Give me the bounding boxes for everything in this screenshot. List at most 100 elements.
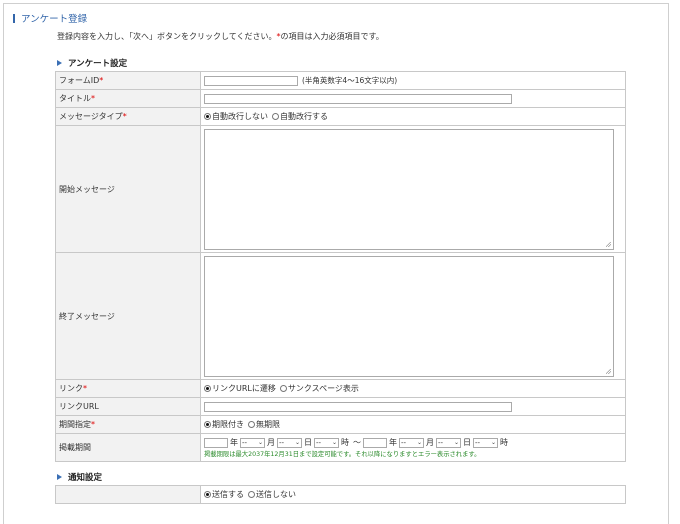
end-day-unit: 日: [463, 438, 471, 447]
row-form-id: フォームID* (半角英数字4～16文字以内): [55, 71, 626, 90]
form-id-label-text: フォームID: [59, 76, 100, 85]
period-type-required-mark: *: [91, 420, 95, 429]
section-heading-notify-text: 通知設定: [68, 473, 103, 483]
radio-selected-icon[interactable]: [204, 113, 211, 120]
form-id-required-mark: *: [99, 76, 104, 85]
publish-period-label-text: 掲載期間: [59, 443, 91, 452]
start-day-value: --: [279, 438, 285, 447]
end-month-select[interactable]: -- ⌄: [399, 437, 424, 448]
chevron-down-icon: ⌄: [453, 439, 459, 446]
chevron-down-icon: ⌄: [490, 439, 496, 446]
start-day-select[interactable]: -- ⌄: [277, 437, 302, 448]
start-hour-select[interactable]: -- ⌄: [314, 437, 339, 448]
end-day-value: --: [438, 438, 444, 447]
resize-grip-icon[interactable]: [606, 241, 611, 247]
intro-text-after: の項目は入力必須項目です。: [280, 32, 384, 41]
row-link: リンク* リンクURLに遷移 サンクスページ表示: [55, 379, 626, 398]
triangle-bullet-icon: [57, 60, 62, 66]
row-period-type: 期間指定* 期限付き 無期限: [55, 415, 626, 434]
chevron-down-icon: ⌄: [257, 439, 263, 446]
end-message-textarea[interactable]: [204, 255, 614, 377]
start-hour-unit: 時: [341, 438, 349, 447]
range-separator: ～: [353, 438, 361, 447]
link-option-thanks[interactable]: サンクスページ表示: [279, 383, 359, 394]
link-url-label: リンクURL: [55, 397, 201, 416]
start-message-label-text: 開始メッセージ: [59, 184, 115, 194]
period-type-cell: 期限付き 無期限: [200, 415, 626, 434]
section-heading-survey: アンケート設定: [57, 57, 127, 69]
end-year-unit: 年: [389, 438, 397, 447]
publish-period-cell: 年 -- ⌄ 月 -- ⌄ 日 -- ⌄ 時 ～ 年 -- ⌄ 月 -- ⌄ 日 -- ⌄ 時 掲載期限…: [200, 433, 626, 462]
notify-option-send[interactable]: 送信する: [204, 489, 244, 500]
start-day-unit: 日: [304, 438, 312, 447]
start-month-unit: 月: [267, 438, 275, 447]
message-type-option-no-wrap-label: 自動改行しない: [212, 112, 268, 121]
radio-unselected-icon[interactable]: [248, 421, 255, 428]
message-type-required-mark: *: [122, 112, 127, 121]
link-option-url[interactable]: リンクURLに遷移: [204, 383, 276, 394]
radio-selected-icon[interactable]: [204, 385, 211, 392]
title-input[interactable]: [204, 93, 512, 104]
form-id-cell: (半角英数字4～16文字以内): [200, 71, 626, 90]
page-title-text: アンケート登録: [21, 14, 88, 25]
chevron-down-icon: ⌄: [416, 439, 422, 446]
notify-option-no-send[interactable]: 送信しない: [248, 489, 296, 500]
start-message-textarea[interactable]: [204, 128, 614, 250]
notify-settings-table: 送信する 送信しない: [55, 485, 626, 504]
end-message-label: 終了メッセージ: [55, 252, 201, 380]
title-bar-icon: [13, 13, 15, 23]
row-start-message: 開始メッセージ: [55, 125, 626, 253]
radio-selected-icon[interactable]: [204, 421, 211, 428]
radio-unselected-icon[interactable]: [272, 113, 279, 120]
notify-option-no-send-label: 送信しない: [256, 490, 296, 499]
title-required-mark: *: [91, 94, 95, 103]
link-required-mark: *: [83, 384, 87, 393]
page-title: アンケート登録: [13, 11, 87, 25]
end-month-unit: 月: [426, 438, 434, 447]
start-message-cell: [200, 125, 626, 253]
end-month-value: --: [401, 438, 407, 447]
message-type-label-text: メッセージタイプ: [59, 112, 123, 121]
period-type-label: 期間指定*: [55, 415, 201, 434]
message-type-option-wrap[interactable]: 自動改行する: [272, 111, 328, 122]
section-heading-survey-text: アンケート設定: [68, 59, 128, 69]
end-day-select[interactable]: -- ⌄: [436, 437, 461, 448]
period-option-limited[interactable]: 期限付き: [204, 419, 244, 430]
resize-grip-icon[interactable]: [606, 368, 611, 374]
period-option-limited-label: 期限付き: [212, 420, 244, 429]
triangle-bullet-icon: [57, 474, 62, 480]
period-type-label-text: 期間指定: [59, 420, 91, 429]
radio-unselected-icon[interactable]: [248, 491, 255, 498]
link-cell: リンクURLに遷移 サンクスページ表示: [200, 379, 626, 398]
link-label-text: リンク: [59, 384, 83, 393]
link-url-label-text: リンクURL: [59, 402, 99, 411]
start-message-label: 開始メッセージ: [55, 125, 201, 253]
message-type-option-no-wrap[interactable]: 自動改行しない: [204, 111, 268, 122]
end-hour-select[interactable]: -- ⌄: [473, 437, 498, 448]
end-year-input[interactable]: [363, 437, 387, 448]
row-message-type: メッセージタイプ* 自動改行しない 自動改行する: [55, 107, 626, 126]
title-label: タイトル*: [55, 89, 201, 108]
period-option-unlimited-label: 無期限: [256, 420, 280, 429]
notify-option-send-label: 送信する: [212, 490, 244, 499]
form-id-input[interactable]: [204, 75, 298, 86]
link-label: リンク*: [55, 379, 201, 398]
radio-selected-icon[interactable]: [204, 491, 211, 498]
chevron-down-icon: ⌄: [331, 439, 337, 446]
end-hour-unit: 時: [500, 438, 508, 447]
title-label-text: タイトル: [59, 94, 91, 103]
row-link-url: リンクURL: [55, 397, 626, 416]
start-month-select[interactable]: -- ⌄: [240, 437, 265, 448]
link-url-input[interactable]: [204, 401, 512, 412]
end-message-label-text: 終了メッセージ: [59, 311, 115, 321]
start-year-input[interactable]: [204, 437, 228, 448]
period-option-unlimited[interactable]: 無期限: [248, 419, 280, 430]
radio-unselected-icon[interactable]: [279, 385, 287, 392]
survey-settings-table: フォームID* (半角英数字4～16文字以内) タイトル* メッセージタイプ* …: [55, 71, 626, 462]
start-month-value: --: [242, 438, 248, 447]
publish-period-label: 掲載期間: [55, 433, 201, 462]
notify-send-label: [55, 485, 201, 504]
link-option-thanks-label: サンクスページ表示: [287, 384, 359, 393]
message-type-label: メッセージタイプ*: [55, 107, 201, 126]
form-id-hint: (半角英数字4～16文字以内): [302, 76, 398, 85]
